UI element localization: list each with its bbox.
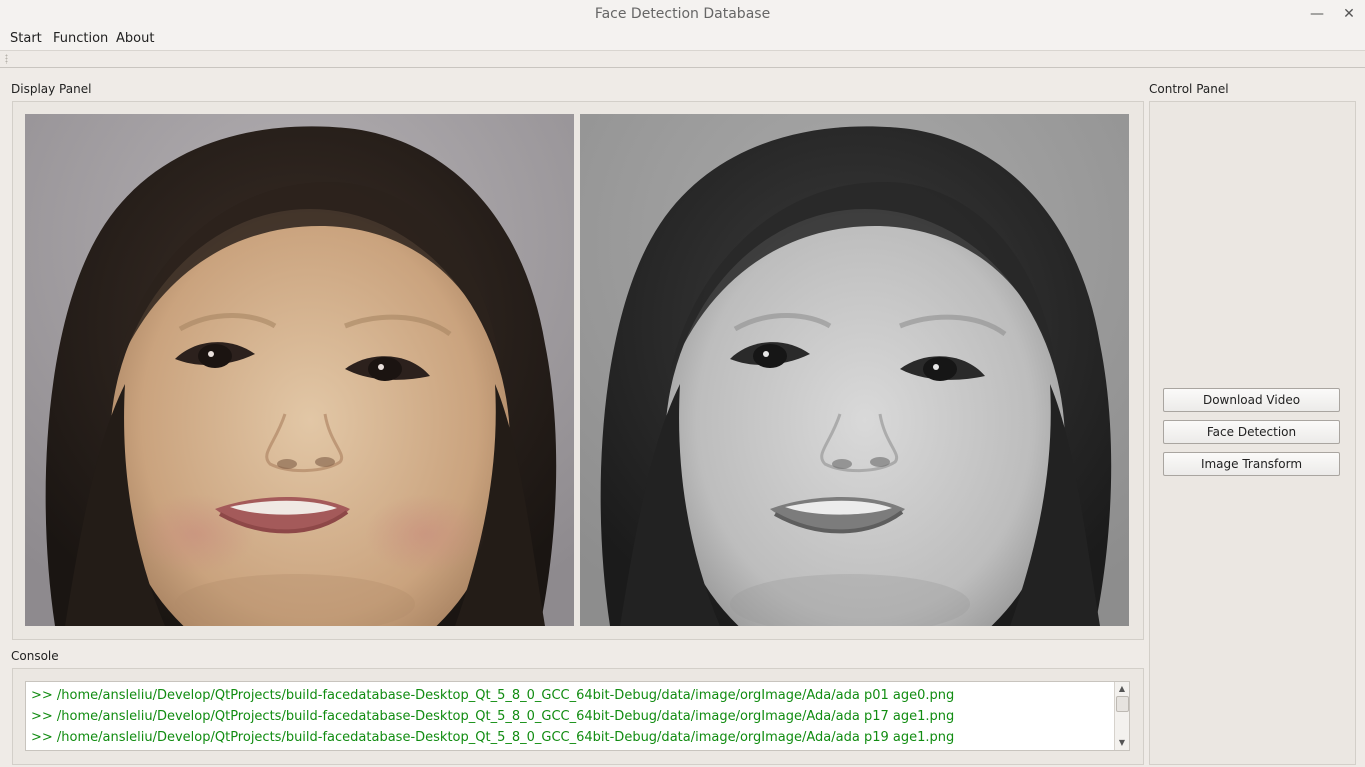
- image-transform-button[interactable]: Image Transform: [1163, 452, 1340, 476]
- original-face-image: [25, 114, 574, 626]
- window-title: Face Detection Database: [594, 6, 771, 22]
- console-line: >> /home/ansleliu/Develop/QtProjects/bui…: [31, 688, 955, 703]
- minimize-icon[interactable]: —: [1307, 4, 1327, 24]
- menu-about[interactable]: About: [116, 31, 154, 46]
- menu-bar: Start Function About: [0, 28, 1365, 50]
- face-detection-button[interactable]: Face Detection: [1163, 420, 1340, 444]
- menu-function[interactable]: Function: [53, 31, 108, 46]
- title-bar[interactable]: Face Detection Database — ✕: [0, 0, 1365, 28]
- download-video-button[interactable]: Download Video: [1163, 388, 1340, 412]
- scrollbar-thumb[interactable]: [1116, 696, 1129, 712]
- console-output[interactable]: >> /home/ansleliu/Develop/QtProjects/bui…: [25, 681, 1130, 751]
- scroll-down-arrow-icon[interactable]: ▼: [1115, 737, 1129, 749]
- control-panel: Download Video Face Detection Image Tran…: [1149, 101, 1356, 765]
- toolbar: [0, 50, 1365, 68]
- scroll-up-arrow-icon[interactable]: ▲: [1115, 683, 1129, 695]
- main-window: Face Detection Database — ✕ Start Functi…: [0, 0, 1365, 767]
- menu-start[interactable]: Start: [10, 31, 42, 46]
- console-lines: >> /home/ansleliu/Develop/QtProjects/bui…: [31, 685, 1111, 748]
- console-label: Console: [11, 649, 59, 663]
- close-icon[interactable]: ✕: [1339, 4, 1359, 24]
- toolbar-grip-handle[interactable]: [5, 54, 8, 64]
- grayscale-face-image: [580, 114, 1129, 626]
- control-panel-label: Control Panel: [1149, 82, 1229, 96]
- console-panel: >> /home/ansleliu/Develop/QtProjects/bui…: [12, 668, 1144, 765]
- display-panel-label: Display Panel: [11, 82, 92, 96]
- console-scrollbar[interactable]: ▲ ▼: [1114, 682, 1129, 750]
- console-line: >> /home/ansleliu/Develop/QtProjects/bui…: [31, 730, 955, 745]
- console-line: >> /home/ansleliu/Develop/QtProjects/bui…: [31, 709, 955, 724]
- display-panel: [12, 101, 1144, 640]
